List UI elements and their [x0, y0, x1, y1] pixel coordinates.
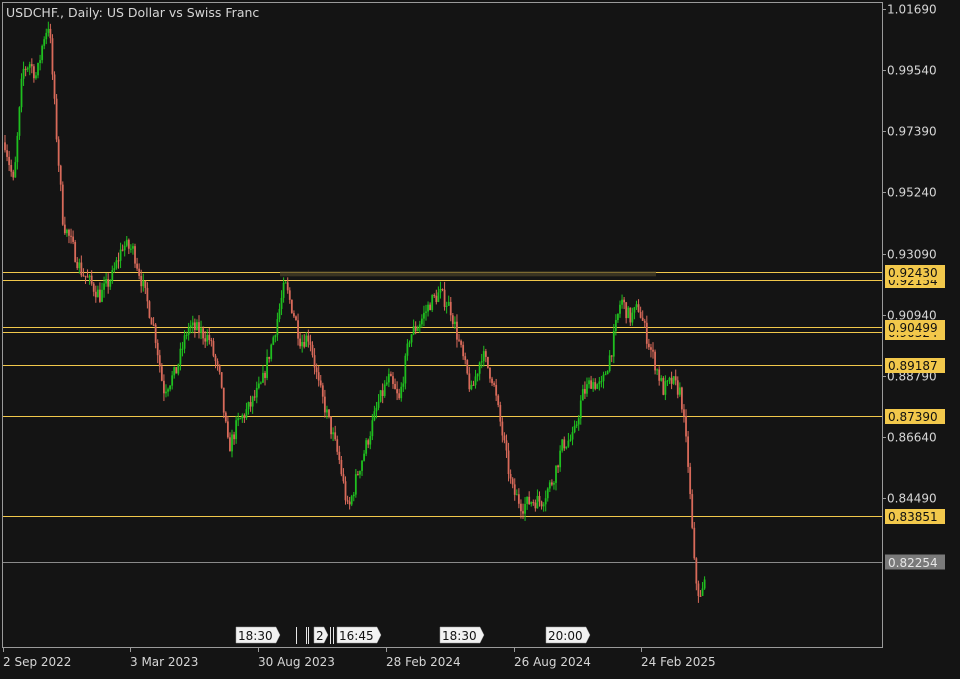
event-marker[interactable]: 16:45 — [336, 626, 382, 644]
time-tick-label: 30 Aug 2023 — [258, 655, 335, 669]
candle — [148, 300, 151, 319]
event-marker[interactable]: 18:30 — [235, 626, 281, 644]
svg-text:0.87390: 0.87390 — [888, 410, 938, 424]
price-chart[interactable]: 1.01690 0.99540 0.97390 0.95240 0.93090 0.909… — [0, 0, 960, 675]
candle — [627, 306, 630, 319]
candle — [270, 343, 273, 362]
candle — [680, 386, 683, 413]
price-tick-label: 0.93090 — [887, 248, 937, 262]
current-price-label: 0.82254 — [885, 554, 945, 570]
candle — [55, 94, 58, 143]
svg-text:0.89187: 0.89187 — [888, 359, 938, 373]
candle — [61, 181, 64, 226]
candle — [20, 73, 23, 113]
price-tick-label: 0.99540 — [887, 64, 937, 78]
candle — [596, 383, 599, 390]
candle — [175, 367, 178, 374]
time-tick-label: 28 Feb 2024 — [386, 655, 461, 669]
candle — [687, 431, 689, 473]
candle — [224, 411, 227, 424]
time-tick-label: 3 Mar 2023 — [130, 655, 198, 669]
svg-text:0.92430: 0.92430 — [888, 266, 938, 280]
event-marker[interactable]: 18:30 — [439, 626, 485, 644]
level-price-label: 0.92430 — [885, 265, 945, 280]
candle — [466, 359, 469, 375]
candle — [561, 438, 564, 453]
candle — [672, 375, 675, 385]
price-tick-label: 1.01690 — [887, 3, 937, 17]
candle — [51, 34, 54, 80]
price-tick-label: 0.95240 — [887, 186, 937, 200]
candle — [431, 294, 434, 313]
candle — [689, 462, 692, 500]
price-tick-label: 0.86640 — [887, 431, 937, 445]
time-tick-label: 26 Aug 2024 — [514, 655, 591, 669]
svg-text:18:30: 18:30 — [442, 629, 477, 643]
time-tick-label: 24 Feb 2025 — [641, 655, 716, 669]
candle — [290, 299, 293, 314]
candle — [662, 376, 665, 396]
candle — [691, 489, 694, 530]
svg-text:0.90499: 0.90499 — [888, 321, 938, 335]
level-price-label: 0.90499 — [885, 320, 945, 335]
chart-canvas[interactable]: 1.016900.995400.973900.952400.930900.909… — [0, 0, 960, 675]
chart-title: USDCHF., Daily: US Dollar vs Swiss Franc — [6, 5, 259, 20]
svg-text:18:30: 18:30 — [238, 629, 273, 643]
resistance-band — [280, 271, 656, 277]
svg-text:0.82254: 0.82254 — [888, 556, 938, 570]
candle — [74, 239, 77, 263]
candle — [150, 317, 153, 325]
event-marker[interactable]: 20:00 — [545, 626, 591, 644]
svg-text:20:00: 20:00 — [548, 629, 583, 643]
candle — [220, 372, 223, 389]
candle — [18, 106, 21, 140]
candle — [487, 356, 489, 369]
price-tick-label: 0.97390 — [887, 125, 937, 139]
svg-text:2: 2 — [316, 629, 324, 643]
level-price-label: 0.89187 — [885, 358, 945, 373]
plot-background — [0, 0, 960, 675]
candle — [365, 438, 368, 457]
candle — [379, 389, 382, 403]
svg-text:0.83851: 0.83851 — [888, 510, 938, 524]
candle — [350, 494, 353, 507]
price-tick-label: 0.84490 — [887, 492, 937, 506]
level-price-label: 0.87390 — [885, 409, 945, 424]
time-tick-label: 2 Sep 2022 — [3, 655, 71, 669]
level-price-label: 0.83851 — [885, 509, 945, 524]
svg-text:16:45: 16:45 — [339, 629, 374, 643]
